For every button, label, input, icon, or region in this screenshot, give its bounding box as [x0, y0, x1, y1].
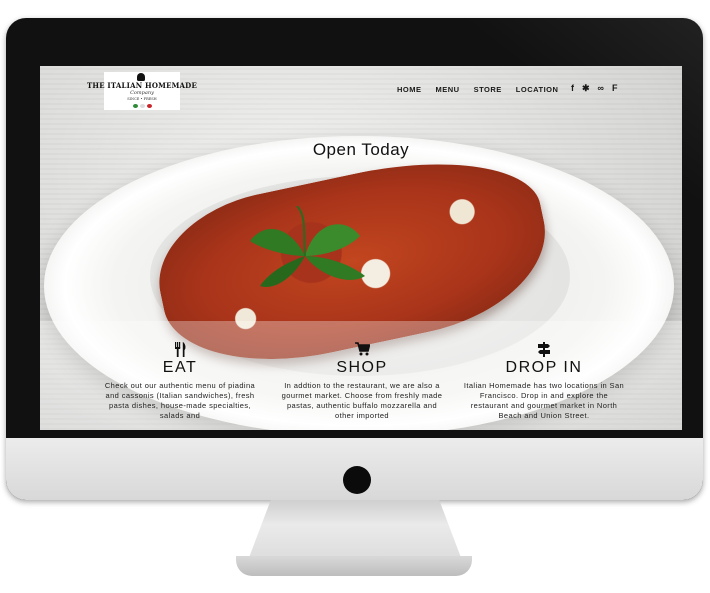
logo-dot-green — [132, 104, 138, 108]
yelp-icon[interactable]: ✱ — [582, 83, 590, 93]
monitor-stand-base — [236, 556, 472, 576]
monitor-stand-neck — [247, 500, 463, 562]
foursquare-icon[interactable]: F — [612, 83, 618, 93]
logo-title: THE ITALIAN HOMEMADE — [87, 81, 197, 90]
social-links: f ✱ ∞ F — [571, 83, 617, 93]
logo-tagline: SINCE • FRESH — [127, 97, 157, 101]
nav-store[interactable]: STORE — [474, 85, 502, 94]
section-text: Check out our authentic menu of piadina … — [104, 381, 256, 420]
facebook-icon[interactable]: f — [571, 83, 574, 93]
section-text: In addtion to the restaurant, we are als… — [281, 381, 443, 420]
section-eat: EAT Check out our authentic menu of piad… — [98, 342, 262, 421]
section-shop: SHOP In addtion to the restaurant, we ar… — [280, 342, 444, 421]
section-title: DROP IN — [505, 359, 583, 376]
basil-garnish — [250, 206, 365, 287]
section-title: SHOP — [336, 359, 388, 376]
monitor-logo-circle — [343, 466, 371, 494]
main-nav: HOME MENU STORE LOCATION — [397, 85, 558, 94]
nav-home[interactable]: HOME — [397, 85, 422, 94]
nav-menu[interactable]: MENU — [436, 85, 460, 94]
signpost-icon — [462, 342, 626, 358]
section-title: EAT — [162, 359, 198, 376]
tripadvisor-icon[interactable]: ∞ — [598, 83, 604, 93]
nav-location[interactable]: LOCATION — [516, 85, 559, 94]
logo-flag-dots — [132, 104, 152, 108]
logo-dot-white — [139, 104, 145, 108]
section-text: Italian Homemade has two locations in Sa… — [463, 381, 625, 420]
section-drop-in: DROP IN Italian Homemade has two locatio… — [462, 342, 626, 421]
site-logo[interactable]: THE ITALIAN HOMEMADE Company SINCE • FRE… — [87, 72, 197, 110]
monitor-frame: THE ITALIAN HOMEMADE Company SINCE • FRE… — [6, 18, 703, 500]
chef-icon — [137, 73, 145, 81]
hero-headline: Open Today — [312, 140, 410, 159]
shopping-cart-icon — [280, 342, 444, 358]
fork-knife-icon — [98, 342, 262, 358]
website-screen: THE ITALIAN HOMEMADE Company SINCE • FRE… — [40, 66, 682, 430]
logo-dot-red — [146, 104, 152, 108]
